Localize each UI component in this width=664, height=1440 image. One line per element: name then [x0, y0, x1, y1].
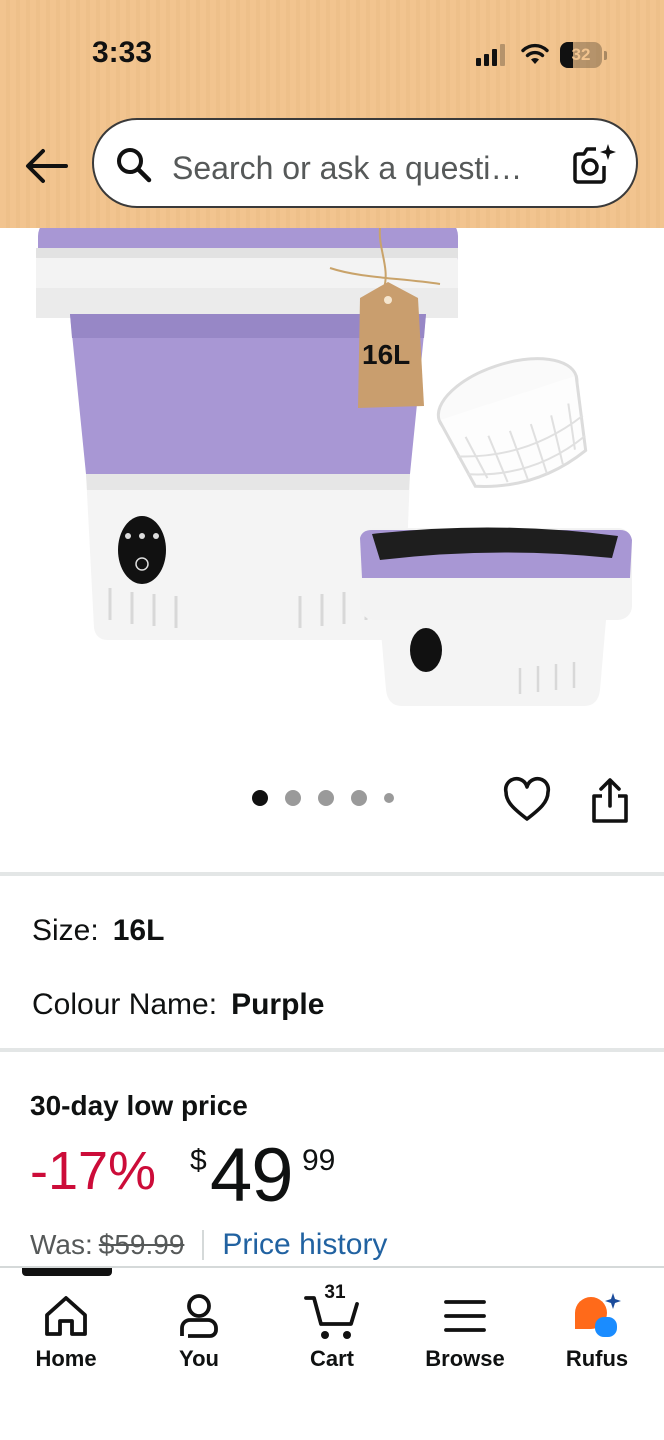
- was-price: $59.99: [98, 1229, 185, 1260]
- carousel-dot: [351, 790, 367, 806]
- rufus-icon: [575, 1293, 621, 1337]
- app-header: 3:33 32 Search or ask a questi…: [0, 0, 664, 228]
- image-carousel-dots: [252, 790, 394, 806]
- carousel-dot: [252, 790, 268, 806]
- battery-percent: 32: [571, 45, 591, 64]
- size-variation[interactable]: Size: 16L: [32, 914, 164, 948]
- was-label: Was:: [30, 1229, 93, 1260]
- search-bar[interactable]: Search or ask a questi…: [92, 118, 638, 208]
- cart-count: 31: [324, 1282, 346, 1303]
- carousel-dot: [384, 793, 394, 803]
- status-bar: 3:33 32: [0, 0, 664, 110]
- status-time: 3:33: [92, 36, 153, 69]
- colour-value: Purple: [231, 988, 325, 1021]
- nav-label: Rufus: [565, 1346, 629, 1371]
- nav-label: Cart: [309, 1346, 354, 1371]
- nav-home[interactable]: Home: [6, 1288, 126, 1398]
- nav-label: You: [179, 1346, 219, 1371]
- search-icon: [117, 148, 152, 183]
- section-divider: [0, 872, 664, 876]
- back-button[interactable]: [20, 140, 72, 192]
- arrow-left-icon: [26, 149, 68, 183]
- nav-rufus[interactable]: Rufus: [537, 1288, 657, 1398]
- home-icon: [45, 1296, 87, 1336]
- colour-variation[interactable]: Colour Name: Purple: [32, 988, 324, 1022]
- capacity-tag-text: 16L: [362, 339, 410, 370]
- wifi-icon: [521, 43, 549, 64]
- bottom-navigation: Home You 31 Cart Browse Rufus: [0, 1266, 664, 1440]
- nav-label: Browse: [425, 1346, 505, 1371]
- price-whole: 49: [210, 1133, 294, 1218]
- washing-machine-illustration: 16L: [36, 228, 632, 706]
- size-label: Size:: [32, 914, 99, 947]
- menu-icon: [444, 1300, 486, 1332]
- cellular-signal-icon: [476, 44, 505, 66]
- camera-sparkle-icon[interactable]: [570, 140, 618, 188]
- was-price-row: Was: $59.99 Price history: [30, 1228, 387, 1262]
- carousel-dot: [318, 790, 334, 806]
- nav-label: Home: [35, 1346, 97, 1371]
- heart-icon: [503, 776, 551, 821]
- separator: [202, 1230, 205, 1260]
- deal-badge: 30-day low price: [30, 1090, 248, 1121]
- battery-icon: 32: [560, 42, 608, 68]
- section-divider: [0, 1048, 664, 1052]
- size-value: 16L: [112, 914, 165, 947]
- carousel-dot: [285, 790, 301, 806]
- share-icon: [592, 778, 628, 823]
- discount-percent: -17%: [30, 1141, 157, 1201]
- nav-browse[interactable]: Browse: [405, 1288, 525, 1398]
- search-input[interactable]: Search or ask a questi…: [172, 150, 544, 187]
- price-currency: $: [190, 1144, 207, 1177]
- price-fraction: 99: [302, 1144, 336, 1177]
- nav-cart[interactable]: 31 Cart: [272, 1282, 392, 1398]
- wishlist-button[interactable]: [502, 776, 552, 826]
- price-history-link[interactable]: Price history: [222, 1228, 387, 1262]
- active-tab-indicator: [22, 1268, 112, 1276]
- product-image[interactable]: 16L: [0, 228, 664, 748]
- nav-you[interactable]: You: [139, 1288, 259, 1398]
- person-icon: [180, 1294, 218, 1338]
- share-button[interactable]: [588, 776, 632, 826]
- colour-label: Colour Name:: [32, 988, 218, 1021]
